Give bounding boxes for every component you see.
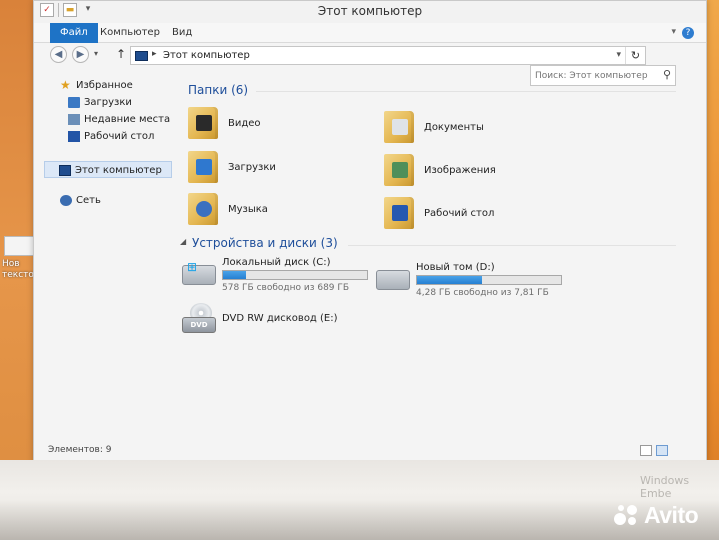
folder-pictures[interactable]: Изображения <box>384 154 564 194</box>
folder-label: Изображения <box>424 165 496 176</box>
sidebar-item-label: Сеть <box>76 195 101 206</box>
folder-label: Музыка <box>228 204 268 215</box>
computer-icon <box>135 51 148 61</box>
tab-computer[interactable]: Компьютер <box>92 23 168 43</box>
drive-free-space: 4,28 ГБ свободно из 7,81 ГБ <box>416 288 549 298</box>
hard-drive-icon <box>376 270 410 290</box>
drive-usage-bar <box>416 275 562 285</box>
drive-name: DVD RW дисковод (E:) <box>222 313 338 324</box>
address-history-icon[interactable]: ▾ <box>616 50 621 60</box>
up-button[interactable]: ↑ <box>116 47 126 61</box>
folder-downloads[interactable]: Загрузки <box>188 151 368 191</box>
sidebar-item-favorites[interactable]: ★ Избранное <box>34 77 172 94</box>
downloads-icon <box>68 97 80 108</box>
drives-group-header[interactable]: Устройства и диски (3) <box>192 236 338 250</box>
computer-icon <box>59 165 71 176</box>
sidebar-item-desktop[interactable]: Рабочий стол <box>34 128 172 145</box>
breadcrumb-separator-icon[interactable]: ▸ <box>152 49 157 59</box>
windows-watermark: Windows Embe <box>640 474 690 500</box>
documents-folder-icon <box>384 111 414 143</box>
window-title: Этот компьютер <box>317 4 423 18</box>
folder-music[interactable]: Музыка <box>188 193 368 233</box>
music-folder-icon <box>188 193 218 225</box>
sidebar-item-downloads[interactable]: Загрузки <box>34 94 172 111</box>
sidebar-item-label: Рабочий стол <box>84 131 155 142</box>
refresh-icon[interactable]: ↻ <box>625 47 645 64</box>
group-divider <box>348 245 676 246</box>
group-divider <box>256 91 676 92</box>
collapse-group-icon[interactable]: ◢ <box>180 237 186 246</box>
desktop-file-label: Нов тексто <box>2 259 34 280</box>
recent-locations-icon[interactable]: ▾ <box>94 49 98 58</box>
sidebar-item-recent-places[interactable]: Недавние места <box>34 111 172 128</box>
sidebar-item-label: Загрузки <box>84 97 132 108</box>
bezel-shadow <box>0 500 719 540</box>
folders-group-header[interactable]: Папки (6) <box>188 83 248 97</box>
sidebar-item-network[interactable]: Сеть <box>34 192 172 209</box>
expand-ribbon-icon[interactable]: ▾ <box>671 27 676 37</box>
avito-logo-icon <box>614 503 640 529</box>
video-folder-icon <box>188 107 218 139</box>
navigation-pane: ★ Избранное Загрузки Недавние места Рабо… <box>34 71 172 437</box>
title-bar: ✓ ▬ ▾ Этот компьютер <box>34 1 706 23</box>
ribbon-tabs: Файл Компьютер Вид ▾ ? <box>34 23 706 43</box>
tab-file[interactable]: Файл <box>50 23 98 43</box>
content-pane: Папки (6) Видео Документы Загрузки Изобр… <box>174 71 694 437</box>
recent-places-icon <box>68 114 80 125</box>
dvd-drive-icon: DVD <box>182 303 216 335</box>
address-bar[interactable]: ▸ Этот компьютер ▾ ↻ <box>130 46 646 65</box>
drive-free-space: 578 ГБ свободно из 689 ГБ <box>222 283 350 293</box>
windows-logo-icon: ⊞ <box>187 260 198 274</box>
folder-label: Загрузки <box>228 162 276 173</box>
sidebar-item-label: Недавние места <box>84 114 171 125</box>
folder-label: Видео <box>228 118 261 129</box>
back-button[interactable]: ◀ <box>50 46 67 63</box>
star-icon: ★ <box>60 78 71 92</box>
desktop-folder-icon <box>384 197 414 229</box>
sidebar-item-this-pc[interactable]: Этот компьютер <box>44 161 172 178</box>
drive-usage-fill <box>223 271 247 279</box>
tiles-view-icon[interactable] <box>656 445 668 456</box>
dvd-badge: DVD <box>182 317 216 333</box>
folder-documents[interactable]: Документы <box>384 111 564 151</box>
breadcrumb[interactable]: Этот компьютер <box>163 50 250 61</box>
drive-name: Локальный диск (C:) <box>222 257 331 268</box>
drive-d[interactable]: Новый том (D:) 4,28 ГБ свободно из 7,81 … <box>376 262 576 302</box>
desktop-icon <box>68 131 80 142</box>
drive-c[interactable]: ⊞ Локальный диск (C:) 578 ГБ свободно из… <box>182 257 372 297</box>
downloads-folder-icon <box>188 151 218 183</box>
avito-label: Avito <box>644 502 699 528</box>
sidebar-item-label: Этот компьютер <box>75 165 162 176</box>
drive-name: Новый том (D:) <box>416 262 495 273</box>
forward-button[interactable]: ▶ <box>72 46 89 63</box>
desktop-file-icon[interactable] <box>4 236 34 256</box>
folder-label: Документы <box>424 122 484 133</box>
explorer-window: ✓ ▬ ▾ Этот компьютер Файл Компьютер Вид … <box>33 0 707 464</box>
folder-label: Рабочий стол <box>424 208 495 219</box>
folder-video[interactable]: Видео <box>188 107 368 147</box>
drive-e[interactable]: DVD DVD RW дисковод (E:) <box>182 303 372 343</box>
sidebar-item-label: Избранное <box>76 80 133 91</box>
network-icon <box>60 195 72 206</box>
status-bar: Элементов: 9 <box>34 441 706 461</box>
drive-usage-fill <box>417 276 482 284</box>
drive-usage-bar <box>222 270 368 280</box>
help-button[interactable]: ? <box>682 27 694 39</box>
navigation-bar: ◀ ▶ ▾ ↑ ▸ Этот компьютер ▾ ↻ <box>34 43 706 67</box>
details-view-icon[interactable] <box>640 445 652 456</box>
pictures-folder-icon <box>384 154 414 186</box>
items-count: Элементов: 9 <box>48 445 112 455</box>
hard-drive-icon: ⊞ <box>182 260 216 285</box>
tab-view[interactable]: Вид <box>164 23 200 43</box>
folder-desktop[interactable]: Рабочий стол <box>384 197 564 237</box>
avito-watermark: Avito <box>614 502 699 529</box>
